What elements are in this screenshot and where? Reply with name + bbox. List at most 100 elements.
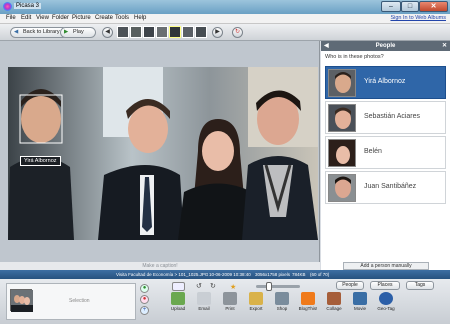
print-icon [223, 292, 237, 305]
picasa-window: Picasa 3 – □ ✕ File Edit View Folder Pic… [0, 0, 450, 324]
clear-icon[interactable]: ● [140, 295, 149, 304]
picasa-logo-icon [3, 2, 12, 11]
tab-places-label: Places [377, 282, 393, 288]
rotate-left-icon[interactable]: ↺ [196, 282, 202, 290]
window-title: Picasa 3 [14, 3, 42, 9]
person-name: Belén [364, 148, 382, 155]
upload-label: Upload [170, 306, 186, 311]
play-button[interactable]: ▶ Play [60, 27, 96, 38]
photo-tray: Selection [6, 283, 136, 320]
collage-button[interactable]: Collage [322, 292, 346, 311]
tab-places[interactable]: Places [370, 281, 400, 290]
person-card[interactable]: Sebastián Aciares [325, 101, 446, 134]
filmstrip-thumbnail[interactable] [143, 26, 155, 38]
close-button[interactable]: ✕ [419, 1, 448, 12]
export-icon [249, 292, 263, 305]
person-name: Sebastián Aciares [364, 113, 421, 120]
selection-label: Selection [69, 298, 90, 304]
tab-people-label: People [342, 282, 358, 288]
filmstrip-thumbnail[interactable] [195, 26, 207, 38]
star-icon[interactable]: ★ [230, 283, 236, 291]
email-icon [197, 292, 211, 305]
person-card[interactable]: Yirá Albornoz [325, 66, 446, 99]
menu-folder[interactable]: Folder [52, 15, 69, 21]
person-name: Yirá Albornoz [364, 78, 406, 85]
minimize-button[interactable]: – [381, 1, 401, 12]
people-panel-header: ◀ People ✕ [321, 41, 450, 51]
person-face-thumbnail [328, 139, 356, 167]
add-person-button[interactable]: Add a person manually [343, 262, 429, 270]
person-face-thumbnail [328, 104, 356, 132]
rotate-icon[interactable]: ↻ [232, 27, 243, 38]
filmstrip-thumbnail[interactable] [156, 26, 168, 38]
share-icon[interactable] [172, 282, 185, 291]
upload-button[interactable]: Upload [166, 292, 190, 311]
rotate-right-icon[interactable]: ↻ [210, 282, 216, 290]
person-card[interactable]: Juan Santibáñez [325, 171, 446, 204]
collage-label: Collage [326, 306, 342, 311]
movie-button[interactable]: Movie [348, 292, 372, 311]
previous-photo-button[interactable]: ◀ [102, 27, 113, 38]
sign-in-link[interactable]: Sign In to Web Albums [390, 15, 446, 21]
play-label: Play [73, 29, 84, 35]
tab-people[interactable]: People [336, 281, 364, 290]
print-label: Print [225, 306, 235, 311]
filmstrip-thumbnail[interactable] [117, 26, 129, 38]
back-arrow-icon: ◀ [14, 29, 19, 35]
shop-icon [275, 292, 289, 305]
bottom-tray: Selection ● ● + ↺ ↻ ★ People Places Tags… [0, 279, 450, 324]
status-dimensions: 3056x1758 pixels [255, 272, 291, 277]
face-tag-label[interactable]: Yirá Albornoz [20, 156, 61, 166]
email-button[interactable]: Email [192, 292, 216, 311]
panel-close-icon[interactable]: ✕ [442, 41, 447, 51]
people-panel: ◀ People ✕ Who is in these photos? Yirá … [321, 41, 450, 270]
person-face-thumbnail [328, 174, 356, 202]
email-label: Email [198, 306, 210, 311]
photo-viewer: Yirá Albornoz ◄ [0, 41, 320, 302]
next-photo-button[interactable]: ▶ [212, 27, 223, 38]
blogger-icon [301, 292, 315, 305]
menu-tools[interactable]: Tools [115, 15, 129, 21]
status-count: (60 of 70) [310, 272, 330, 277]
hold-icon[interactable]: ● [140, 284, 149, 293]
who-question: Who is in these photos? [325, 54, 384, 60]
upload-icon [171, 292, 185, 305]
menu-view[interactable]: View [36, 15, 49, 21]
person-name: Juan Santibáñez [364, 183, 417, 190]
shop-label: Shop [276, 306, 288, 311]
menu-create[interactable]: Create [95, 15, 113, 21]
zoom-slider[interactable] [256, 282, 300, 291]
status-bar: Visita Facultad de Economía > 101_1025.J… [0, 270, 450, 279]
back-to-library-label: Back to Library [23, 29, 60, 35]
status-filesize: 784KB [292, 272, 306, 277]
blogthis-button[interactable]: BlogThis! [296, 292, 320, 311]
toolbar: ◀ Back to Library ▶ Play ◀ ▶ ↻ [0, 24, 450, 41]
maximize-button[interactable]: □ [401, 1, 419, 12]
print-button[interactable]: Print [218, 292, 242, 311]
panel-back-icon[interactable]: ◀ [324, 41, 329, 51]
tray-thumbnail[interactable] [10, 289, 33, 312]
menu-help[interactable]: Help [134, 15, 146, 21]
add-to-album-icon[interactable]: + [140, 306, 149, 315]
blogthis-label: BlogThis! [298, 306, 318, 311]
menu-file[interactable]: File [6, 15, 16, 21]
menu-edit[interactable]: Edit [21, 15, 31, 21]
photo[interactable]: Yirá Albornoz [8, 67, 318, 240]
geo-tag-button[interactable]: Geo-Tag [374, 292, 398, 311]
movie-label: Movie [353, 306, 366, 311]
menu-picture[interactable]: Picture [72, 15, 91, 21]
status-path: Visita Facultad de Economía > 101_1025.J… [116, 272, 209, 277]
zoom-slider-thumb[interactable] [266, 282, 272, 291]
filmstrip-thumbnail[interactable] [130, 26, 142, 38]
collage-icon [327, 292, 341, 305]
person-card[interactable]: Belén [325, 136, 446, 169]
people-panel-title: People [375, 43, 396, 49]
filmstrip-thumbnail-current[interactable] [169, 26, 181, 38]
status-date: 10-06-2009 10:38:40 [209, 272, 251, 277]
tab-tags-label: Tags [414, 282, 426, 288]
tab-tags[interactable]: Tags [406, 281, 434, 290]
caption-field[interactable]: Make a caption! [0, 262, 320, 270]
export-button[interactable]: Export [244, 292, 268, 311]
shop-button[interactable]: Shop [270, 292, 294, 311]
filmstrip-thumbnail[interactable] [182, 26, 194, 38]
